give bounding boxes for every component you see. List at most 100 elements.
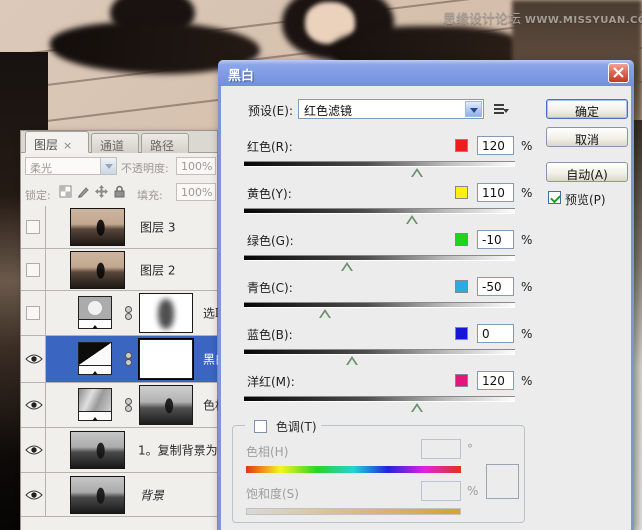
visibility-box[interactable]	[26, 220, 40, 234]
layer-row-hue-saturation[interactable]: 色相/饱	[21, 383, 243, 428]
eye-icon[interactable]	[25, 353, 43, 365]
channel-slider[interactable]	[244, 349, 515, 365]
slider-track[interactable]	[244, 349, 515, 355]
lock-paint-icon[interactable]	[77, 185, 90, 198]
layer-row-body[interactable]: 色相/饱	[46, 383, 243, 427]
chevron-down-icon[interactable]	[100, 158, 116, 174]
layer-row-body[interactable]: 图层 3	[46, 206, 217, 248]
visibility-cell[interactable]	[21, 206, 46, 248]
channel-row-blue: 蓝色(B): 0 %	[244, 322, 540, 368]
layer-row-black-white[interactable]: 黑白 1	[21, 336, 238, 383]
preview-checkbox[interactable]	[548, 191, 561, 204]
channel-slider[interactable]	[244, 208, 515, 224]
layer-row-body[interactable]: 黑白 1	[46, 336, 238, 382]
saturation-label: 饱和度(S)	[246, 487, 299, 501]
adjustment-thumbnail[interactable]	[78, 296, 112, 330]
slider-thumb[interactable]	[340, 262, 353, 271]
cancel-button[interactable]: 取消	[546, 127, 628, 147]
layer-row-body[interactable]: 选取颜	[46, 291, 239, 335]
slider-track[interactable]	[244, 255, 515, 261]
layer-row-3[interactable]: 图层 3	[21, 206, 217, 249]
eye-icon[interactable]	[25, 444, 43, 456]
layer-row-2[interactable]: 图层 2	[21, 249, 217, 291]
close-button[interactable]	[608, 63, 629, 83]
layer-mask-thumbnail[interactable]	[139, 339, 193, 379]
tab-close-icon[interactable]: ×	[63, 139, 72, 152]
channel-value-field[interactable]: 120	[477, 371, 514, 390]
eye-icon[interactable]	[25, 489, 43, 501]
dialog-titlebar[interactable]: 黑白	[218, 60, 634, 86]
link-icon[interactable]	[124, 398, 133, 413]
slider-thumb[interactable]	[406, 215, 419, 224]
link-icon[interactable]	[124, 352, 133, 367]
panel-tabs: 图层 × 通道 路径	[21, 131, 217, 153]
channel-slider[interactable]	[244, 161, 515, 177]
tab-paths[interactable]: 路径	[141, 133, 189, 153]
visibility-cell[interactable]	[21, 249, 46, 290]
hue-label: 色相(H)	[246, 445, 289, 459]
layer-thumbnail[interactable]	[70, 208, 125, 246]
visibility-cell[interactable]	[21, 336, 46, 382]
channel-value-field[interactable]: -50	[477, 277, 514, 296]
visibility-cell[interactable]	[21, 291, 46, 335]
slider-track[interactable]	[244, 208, 515, 214]
layer-mask-thumbnail[interactable]	[139, 293, 193, 333]
fill-label: 填充:	[137, 189, 163, 202]
visibility-box[interactable]	[26, 306, 40, 320]
channel-value-field[interactable]: 110	[477, 183, 514, 202]
visibility-cell[interactable]	[21, 383, 46, 427]
blend-mode-select[interactable]: 柔光	[25, 157, 117, 175]
lock-move-icon[interactable]	[95, 185, 108, 198]
layer-thumbnail[interactable]	[70, 250, 125, 289]
layers-list: 图层 3 图层 2 黑白 1。复制背景为图层 背景	[21, 206, 243, 530]
layer-thumbnail[interactable]	[70, 431, 125, 469]
layer-row-body[interactable]: 背景	[46, 473, 217, 516]
layer-mask-thumbnail[interactable]	[139, 385, 193, 425]
layer-thumbnail[interactable]	[70, 475, 125, 514]
visibility-cell[interactable]	[21, 428, 46, 472]
adjustment-thumbnail[interactable]	[78, 342, 112, 376]
chevron-down-icon[interactable]	[465, 101, 482, 117]
tab-channels[interactable]: 通道	[91, 133, 139, 153]
layer-row-background[interactable]: 背景	[21, 473, 217, 517]
preset-options-icon[interactable]	[494, 104, 509, 116]
channel-swatch	[455, 280, 468, 293]
preset-select[interactable]: 红色滤镜	[298, 99, 484, 119]
slider-track[interactable]	[244, 161, 515, 167]
slider-track[interactable]	[244, 396, 515, 402]
ok-button[interactable]: 确定	[546, 99, 628, 119]
channel-slider[interactable]	[244, 302, 515, 318]
slider-thumb[interactable]	[319, 309, 332, 318]
saturation-unit: %	[467, 484, 479, 498]
channel-value-field[interactable]: 120	[477, 136, 514, 155]
channel-value-field[interactable]: 0	[477, 324, 514, 343]
auto-button[interactable]: 自动(A)	[546, 162, 628, 182]
link-icon[interactable]	[124, 306, 133, 321]
eye-icon[interactable]	[25, 399, 43, 411]
layer-row-body[interactable]: 图层 2	[46, 249, 217, 290]
blend-row: 柔光 不透明度: 100%	[21, 157, 217, 179]
channel-slider[interactable]	[244, 396, 515, 412]
adjustment-thumbnail[interactable]	[78, 388, 112, 422]
fill-field[interactable]: 100%	[176, 183, 216, 201]
layer-row-body[interactable]: 1。复制背景为图层	[46, 428, 242, 472]
slider-thumb[interactable]	[346, 356, 359, 365]
tint-checkbox[interactable]	[254, 420, 267, 433]
visibility-box[interactable]	[26, 262, 40, 277]
tab-layers[interactable]: 图层 ×	[25, 131, 89, 153]
opacity-field[interactable]: 100%	[176, 157, 216, 175]
layer-name: 图层 2	[140, 263, 176, 277]
slider-thumb[interactable]	[411, 168, 424, 177]
channel-value-field[interactable]: -10	[477, 230, 514, 249]
layer-row-selective-color[interactable]: 选取颜	[21, 291, 239, 336]
layer-row-copy-background[interactable]: 1。复制背景为图层	[21, 428, 242, 473]
slider-track[interactable]	[244, 302, 515, 308]
lock-label: 锁定:	[25, 189, 51, 202]
layer-name: 图层 3	[140, 220, 176, 235]
slider-thumb[interactable]	[411, 403, 424, 412]
lock-transparency-icon[interactable]	[59, 185, 72, 198]
lock-all-icon[interactable]	[113, 185, 126, 198]
visibility-cell[interactable]	[21, 473, 46, 516]
channel-slider[interactable]	[244, 255, 515, 271]
tint-color-swatch[interactable]	[486, 464, 519, 499]
